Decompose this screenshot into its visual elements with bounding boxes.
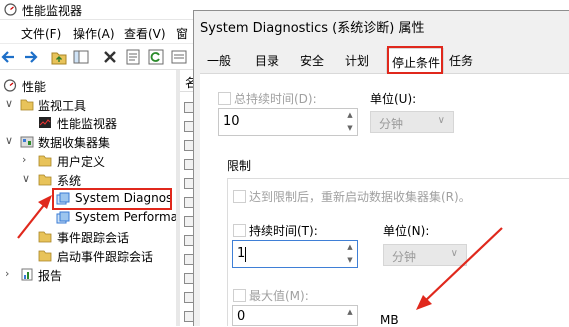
max-size-label: 最大值(M): [249,289,309,303]
toolbar [0,44,200,70]
menu-file[interactable]: 文件(F) [21,25,61,42]
menu-view[interactable]: 查看(V) [124,25,166,42]
max-size-checkbox[interactable] [233,289,246,302]
chevron-down-icon[interactable]: ∨ [5,134,13,147]
menu-action[interactable]: 操作(A) [73,25,115,42]
tree-item-system[interactable]: ∨ 系统 [0,170,176,189]
chevron-down-icon: ∨ [437,115,445,126]
unit-dropdown-top[interactable]: 分钟 ∨ [370,111,454,133]
overall-duration-spinbox[interactable]: 10 ▲ ▼ [218,108,358,136]
annotation-arrow-icon [17,195,52,239]
tree-item-user-defined[interactable]: › 用户定义 [0,151,176,170]
performance-icon [3,79,17,92]
tree-item-label: 系统 [57,174,82,188]
tree-item-performance-monitor[interactable]: 性能监视器 [0,113,176,132]
chevron-right-icon[interactable]: › [22,153,26,166]
tree-item-label: 监视工具 [38,99,87,113]
tree-item-reports[interactable]: › 报告 [0,265,176,284]
dialog-title: System Diagnostics (系统诊断) 属性 [200,21,425,36]
limits-group-label: 限制 [227,159,252,173]
performance-monitor-icon [4,3,17,16]
tab-general[interactable]: 一般 [207,52,231,73]
tree-item-label: System Performance [75,210,176,224]
tree-item-label: 启动事件跟踪会话 [57,250,154,264]
tab-directory[interactable]: 目录 [255,52,279,73]
tree-item-label: 用户定义 [57,155,106,169]
folder-icon [38,174,52,186]
tree-item-label: 报告 [38,269,63,283]
refresh-icon[interactable] [147,48,165,66]
tree-item-label: 性能监视器 [57,117,118,131]
spin-down-icon[interactable]: ▼ [343,254,357,267]
delete-icon[interactable] [101,48,119,66]
spin-up-icon[interactable]: ▲ [343,241,357,254]
show-hide-tree-icon[interactable] [72,48,90,66]
tab-task[interactable]: 任务 [449,52,473,73]
up-folder-icon[interactable] [50,48,68,66]
unit-value-top: 分钟 [379,117,404,131]
restart-label: 达到限制后，重新启动数据收集器集(R)。 [249,190,471,204]
tab-schedule[interactable]: 计划 [345,52,369,73]
tree-item-label: 数据收集器集 [38,136,111,150]
restart-checkbox[interactable] [233,190,246,203]
menu-window[interactable]: 窗 [176,25,188,42]
highlight-outline-stop-condition-tab [387,46,443,74]
window-title: 性能监视器 [22,4,83,18]
overall-duration-label: 总持续时间(D): [234,92,317,106]
spin-down-icon[interactable]: ▼ [343,122,357,135]
export-list-icon[interactable] [170,48,188,66]
window-titlebar: 性能监视器 [0,0,200,20]
tree-item-startup-event-trace-sessions[interactable]: 启动事件跟踪会话 [0,246,176,265]
overall-duration-checkbox[interactable] [218,92,231,105]
max-size-unit: MB [380,313,399,327]
properties-icon[interactable] [124,48,142,66]
menu-bar: 文件(F) 操作(A) 查看(V) 窗 [0,20,200,44]
duration-spinbox[interactable]: 1 ▲ ▼ [232,240,358,268]
collector-set-icon [56,211,70,224]
max-size-value: 0 [237,309,246,324]
forward-arrow-icon[interactable] [21,48,39,66]
annotation-arrow-icon [416,227,503,310]
monitor-chart-icon [39,117,51,128]
chevron-right-icon[interactable]: › [5,267,9,280]
tree-item-label: 性能 [22,80,47,94]
text-cursor [245,247,246,262]
overall-duration-value: 10 [223,114,240,129]
tree-item-data-collector-sets[interactable]: ∨ 数据收集器集 [0,132,176,151]
max-size-spinbox[interactable]: 0 ▲ [232,305,358,326]
tree-item-performance[interactable]: 性能 [0,76,176,95]
unit-label-top: 单位(U): [370,92,417,106]
tree-item-label: 事件跟踪会话 [57,231,130,245]
folder-icon [20,99,34,111]
duration-checkbox[interactable] [233,224,246,237]
duration-label: 持续时间(T): [249,224,318,238]
report-icon [21,268,33,281]
tree-item-monitoring-tools[interactable]: ∨ 监视工具 [0,95,176,114]
spin-up-icon[interactable]: ▲ [343,109,357,122]
chevron-down-icon[interactable]: ∨ [5,97,13,110]
spin-up-icon[interactable]: ▲ [343,306,357,319]
chevron-down-icon[interactable]: ∨ [22,172,30,185]
folder-icon [38,155,52,167]
data-collector-icon [20,136,34,148]
tab-security[interactable]: 安全 [300,52,324,73]
folder-icon [38,250,52,262]
back-arrow-icon[interactable] [0,48,18,66]
highlight-outline-system-diagnostics [52,188,172,210]
